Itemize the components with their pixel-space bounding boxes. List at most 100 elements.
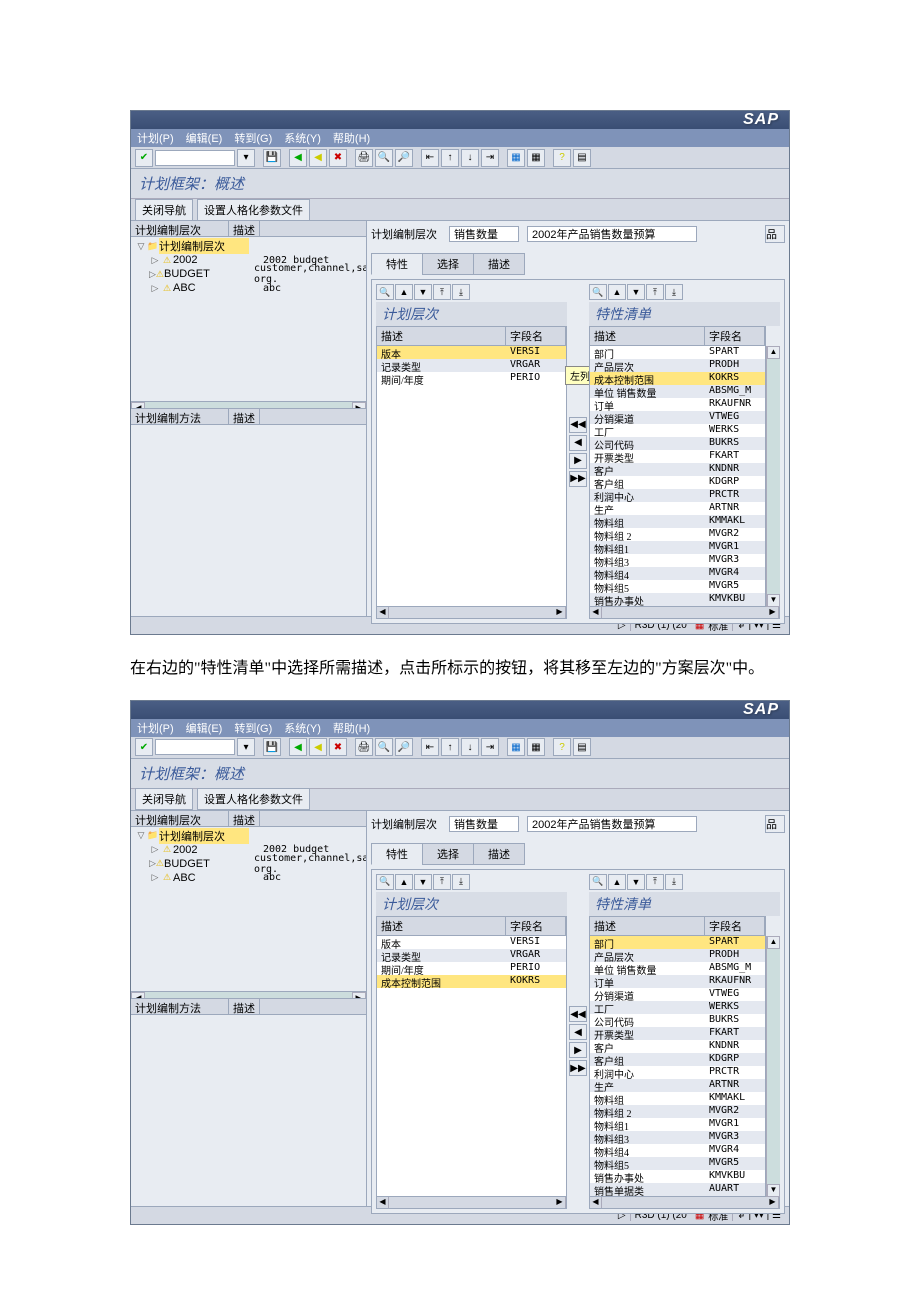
list-item[interactable]: 物料组KMMAKL: [590, 1092, 765, 1105]
list-item[interactable]: 物料组5MVGR5: [590, 1157, 765, 1170]
top-icon[interactable]: ⤒: [433, 874, 451, 890]
list-item[interactable]: 客户KNDNR: [590, 1040, 765, 1053]
right-list-hscroll[interactable]: ◀▶: [589, 1197, 780, 1209]
list-item[interactable]: 销售办事处KMVKBU: [590, 593, 765, 606]
last-page-icon[interactable]: ⇥: [481, 149, 499, 167]
list-item[interactable]: 物料组4MVGR4: [590, 1144, 765, 1157]
layout-icon[interactable]: ▤: [573, 738, 591, 756]
list-item[interactable]: 物料组4MVGR4: [590, 567, 765, 580]
menu-edit[interactable]: 编辑(E): [186, 130, 223, 146]
list-item[interactable]: 生产ARTNR: [590, 1079, 765, 1092]
remove-all-button[interactable]: ▶▶: [569, 471, 587, 487]
tree-item[interactable]: ▷⚠ABCabc: [133, 281, 364, 295]
list-item[interactable]: 公司代码BUKRS: [590, 437, 765, 450]
list-item[interactable]: 物料组KMMAKL: [590, 515, 765, 528]
next-page-icon[interactable]: ↓: [461, 149, 479, 167]
enter-icon[interactable]: ✔: [135, 149, 153, 167]
list-item[interactable]: 销售单据类AUART: [590, 1183, 765, 1196]
bottom-icon[interactable]: ⤓: [665, 874, 683, 890]
list-item[interactable]: 产品层次PRODH: [590, 359, 765, 372]
layout-icon[interactable]: ▤: [573, 149, 591, 167]
tab-desc[interactable]: 描述: [473, 253, 525, 275]
list-item[interactable]: 部门SPART: [590, 346, 765, 359]
list-item[interactable]: 公司代码BUKRS: [590, 1014, 765, 1027]
bottom-icon[interactable]: ⤓: [665, 284, 683, 300]
list-item[interactable]: 物料组3MVGR3: [590, 1131, 765, 1144]
help-icon[interactable]: ?: [553, 738, 571, 756]
list-item[interactable]: 物料组 2MVGR2: [590, 528, 765, 541]
back-icon[interactable]: ◀: [289, 149, 307, 167]
top-icon[interactable]: ⤒: [646, 284, 664, 300]
bottom-icon[interactable]: ⤓: [452, 284, 470, 300]
list-item[interactable]: 工厂WERKS: [590, 424, 765, 437]
level-desc-input[interactable]: [527, 226, 697, 242]
find-icon[interactable]: 🔍: [376, 284, 394, 300]
menu-help[interactable]: 帮助(H): [333, 720, 370, 736]
tree-hscroll[interactable]: ◀▶: [131, 401, 366, 409]
left-list-hscroll[interactable]: ◀▶: [376, 1197, 567, 1209]
list-item[interactable]: 利润中心PRCTR: [590, 489, 765, 502]
command-field[interactable]: [155, 150, 235, 166]
up-icon[interactable]: ▲: [395, 284, 413, 300]
tree-item[interactable]: ▷⚠BUDGETcustomer,channel,sales org.: [133, 267, 364, 281]
remove-all-button[interactable]: ▶▶: [569, 1060, 587, 1076]
shortcut-icon[interactable]: ▦: [527, 738, 545, 756]
tree-root[interactable]: ▽📁计划编制层次: [133, 829, 364, 843]
list-item[interactable]: 生产ARTNR: [590, 502, 765, 515]
list-item[interactable]: 成本控制范围KOKRS: [590, 372, 765, 385]
cancel-icon[interactable]: ✖: [329, 149, 347, 167]
list-item[interactable]: 客户KNDNR: [590, 463, 765, 476]
prev-page-icon[interactable]: ↑: [441, 149, 459, 167]
dropdown-icon[interactable]: ▾: [237, 738, 255, 756]
list-item[interactable]: 单位 销售数量ABSMG_M: [590, 385, 765, 398]
list-item[interactable]: 成本控制范围KOKRS: [377, 975, 566, 988]
list-item[interactable]: 利润中心PRCTR: [590, 1066, 765, 1079]
list-item[interactable]: 订单RKAUFNR: [590, 975, 765, 988]
exit-icon[interactable]: ◀: [309, 149, 327, 167]
enter-icon[interactable]: ✔: [135, 738, 153, 756]
down-icon[interactable]: ▼: [627, 284, 645, 300]
print-icon[interactable]: 🖨: [355, 149, 373, 167]
list-item[interactable]: 工厂WERKS: [590, 1001, 765, 1014]
up-icon[interactable]: ▲: [395, 874, 413, 890]
close-nav-button[interactable]: 关闭导航: [135, 199, 193, 221]
list-item[interactable]: 分销渠道VTWEG: [590, 411, 765, 424]
personalize-button[interactable]: 设置人格化参数文件: [197, 788, 310, 810]
exit-icon[interactable]: ◀: [309, 738, 327, 756]
list-item[interactable]: 开票类型FKART: [590, 1027, 765, 1040]
level-desc-input[interactable]: [527, 816, 697, 832]
tree-hscroll[interactable]: ◀▶: [131, 991, 366, 999]
add-all-button[interactable]: ◀◀: [569, 1006, 587, 1022]
list-item[interactable]: 订单RKAUFNR: [590, 398, 765, 411]
tab-desc[interactable]: 描述: [473, 843, 525, 865]
list-item[interactable]: 物料组1MVGR1: [590, 1118, 765, 1131]
left-list-hscroll[interactable]: ◀▶: [376, 607, 567, 619]
list-item[interactable]: 版本VERSI: [377, 346, 566, 359]
find-icon[interactable]: 🔍: [589, 874, 607, 890]
add-all-button[interactable]: ◀◀: [569, 417, 587, 433]
tree-item[interactable]: ▷⚠BUDGETcustomer,channel,sales org.: [133, 857, 364, 871]
shortcut-icon[interactable]: ▦: [527, 149, 545, 167]
find-icon[interactable]: 🔍: [376, 874, 394, 890]
help-icon[interactable]: ?: [553, 149, 571, 167]
right-vscroll[interactable]: ▲▼: [766, 936, 780, 1197]
level-code-input[interactable]: [449, 226, 519, 242]
add-button[interactable]: ◀: [569, 435, 587, 451]
menu-goto[interactable]: 转到(G): [234, 130, 272, 146]
menu-goto[interactable]: 转到(G): [234, 720, 272, 736]
tab-select[interactable]: 选择: [422, 843, 474, 865]
hierarchy-icon[interactable]: 品: [765, 225, 785, 243]
last-page-icon[interactable]: ⇥: [481, 738, 499, 756]
add-button[interactable]: ◀: [569, 1024, 587, 1040]
close-nav-button[interactable]: 关闭导航: [135, 788, 193, 810]
tab-char[interactable]: 特性: [371, 253, 423, 275]
list-item[interactable]: 客户组KDGRP: [590, 476, 765, 489]
down-icon[interactable]: ▼: [627, 874, 645, 890]
right-vscroll[interactable]: ▲▼: [766, 346, 780, 607]
tab-select[interactable]: 选择: [422, 253, 474, 275]
first-page-icon[interactable]: ⇤: [421, 738, 439, 756]
prev-page-icon[interactable]: ↑: [441, 738, 459, 756]
tree-root[interactable]: ▽📁计划编制层次: [133, 239, 364, 253]
right-list-hscroll[interactable]: ◀▶: [589, 607, 780, 619]
create-session-icon[interactable]: ▦: [507, 149, 525, 167]
